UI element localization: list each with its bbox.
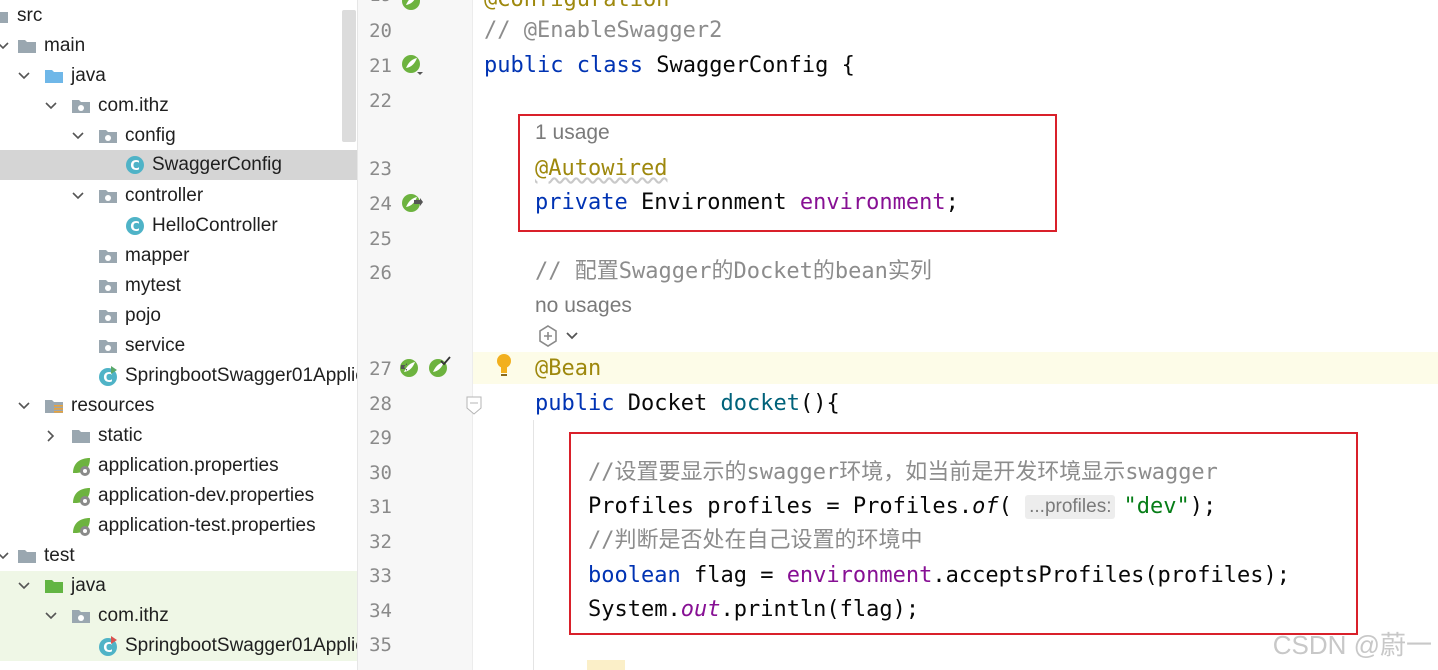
line-number: 33 — [369, 565, 392, 587]
svg-text:C: C — [130, 220, 140, 235]
line-number: 28 — [369, 393, 392, 415]
tree-item-static[interactable]: static — [0, 421, 357, 451]
usage-hint[interactable]: no usages — [535, 294, 632, 318]
package-icon — [97, 275, 119, 297]
highlight-box-autowired — [518, 114, 1057, 232]
line-number: 31 — [369, 496, 392, 518]
spring-boot-app-icon: C — [97, 365, 119, 387]
tree-item-package-mytest[interactable]: mytest — [0, 271, 357, 301]
code-line-27[interactable]: @Bean — [535, 354, 601, 384]
spring-properties-icon — [70, 455, 92, 477]
package-icon — [97, 185, 119, 207]
project-tree: src main java com.ithz config C SwaggerC… — [0, 0, 357, 670]
chevron-down-icon[interactable] — [17, 69, 31, 83]
tree-item-springboot-application-tests[interactable]: C SpringbootSwagger01ApplicationTests — [0, 631, 357, 661]
package-icon — [97, 245, 119, 267]
line-number: 32 — [369, 531, 392, 553]
tree-item-package-com-ithz[interactable]: com.ithz — [0, 91, 357, 121]
ai-assistant-icon[interactable] — [536, 324, 584, 352]
chevron-down-icon[interactable] — [71, 189, 85, 203]
tree-item-application-dev-properties[interactable]: application-dev.properties — [0, 481, 357, 511]
source-folder-icon — [43, 65, 65, 87]
folder-icon — [16, 545, 38, 567]
spring-properties-icon — [70, 485, 92, 507]
indent-guide — [533, 420, 534, 670]
tree-item-application-properties[interactable]: application.properties — [0, 451, 357, 481]
line-number: 20 — [369, 20, 392, 42]
code-line-26[interactable]: // 配置Swagger的Docket的bean实列 — [535, 257, 932, 287]
watermark: CSDN @蔚一 — [1272, 630, 1432, 660]
gutter-border — [472, 0, 473, 670]
tree-item-hello-controller[interactable]: C HelloController — [0, 211, 357, 241]
line-number: 22 — [369, 90, 392, 112]
lightbulb-icon[interactable] — [494, 352, 514, 382]
java-class-icon: C — [124, 215, 146, 237]
chevron-down-icon[interactable] — [0, 39, 10, 53]
line-number: 34 — [369, 600, 392, 622]
spring-bean-checked-icon[interactable] — [427, 356, 453, 384]
line-number: 27 — [369, 358, 392, 380]
tree-item-test-java[interactable]: java — [0, 571, 357, 601]
code-line-20[interactable]: // @EnableSwagger2 — [484, 16, 722, 46]
line-number: 29 — [369, 427, 392, 449]
code-line-21[interactable]: public class SwaggerConfig { — [484, 51, 855, 81]
line-number: 21 — [369, 55, 392, 77]
tree-item-main[interactable]: main — [0, 31, 357, 61]
tree-item-swagger-config[interactable]: C SwaggerConfig — [0, 150, 357, 180]
line-number: 26 — [369, 262, 392, 284]
tree-item-package-service[interactable]: service — [0, 331, 357, 361]
spring-boot-app-icon: C — [97, 635, 119, 657]
caret-line-highlight — [473, 352, 1438, 384]
tree-item-java[interactable]: java — [0, 61, 357, 91]
line-number: 24 — [369, 193, 392, 215]
tree-item-test[interactable]: test — [0, 541, 357, 571]
folder-icon — [0, 5, 10, 27]
fold-icon[interactable] — [466, 396, 482, 420]
code-line-28[interactable]: public Docket docket(){ — [535, 389, 840, 419]
code-line-19[interactable]: @Configuration — [484, 0, 669, 15]
tree-item-src[interactable]: src — [0, 1, 357, 31]
tree-item-test-package-com-ithz[interactable]: com.ithz — [0, 601, 357, 631]
chevron-down-icon[interactable] — [17, 579, 31, 593]
package-icon — [97, 125, 119, 147]
bean-navigate-icon[interactable] — [398, 357, 422, 383]
chevron-right-icon[interactable] — [44, 429, 58, 443]
chevron-down-icon[interactable] — [44, 609, 58, 623]
tree-item-package-pojo[interactable]: pojo — [0, 301, 357, 331]
tree-scrollbar[interactable] — [342, 10, 356, 142]
folder-icon — [16, 35, 38, 57]
line-number: 25 — [369, 228, 392, 250]
line-number: 19 — [358, 0, 392, 6]
package-icon — [97, 335, 119, 357]
line-number: 30 — [369, 462, 392, 484]
line-number: 35 — [369, 634, 392, 656]
tree-item-springboot-application[interactable]: C SpringbootSwagger01Application — [0, 361, 357, 391]
line-number: 23 — [369, 158, 392, 180]
chevron-down-icon[interactable] — [0, 549, 10, 563]
package-icon — [97, 305, 119, 327]
package-icon — [70, 95, 92, 117]
spring-bean-icon[interactable] — [400, 0, 422, 16]
chevron-down-icon[interactable] — [17, 399, 31, 413]
brace-match-highlight — [587, 660, 625, 670]
chevron-down-icon[interactable] — [44, 99, 58, 113]
svg-text:C: C — [130, 159, 140, 174]
tree-item-application-test-properties[interactable]: application-test.properties — [0, 511, 357, 541]
tree-item-package-config[interactable]: config — [0, 121, 357, 151]
tree-item-package-mapper[interactable]: mapper — [0, 241, 357, 271]
package-icon — [70, 605, 92, 627]
tree-item-resources[interactable]: resources — [0, 391, 357, 421]
spring-bean-icon[interactable] — [400, 53, 426, 83]
resources-folder-icon — [43, 395, 65, 417]
spring-properties-icon — [70, 515, 92, 537]
highlight-box-profiles — [569, 432, 1358, 635]
autowired-navigate-icon[interactable] — [400, 192, 424, 218]
java-class-icon: C — [124, 154, 146, 176]
test-source-folder-icon — [43, 575, 65, 597]
tree-item-package-controller[interactable]: controller — [0, 181, 357, 211]
chevron-down-icon[interactable] — [71, 129, 85, 143]
folder-icon — [70, 425, 92, 447]
